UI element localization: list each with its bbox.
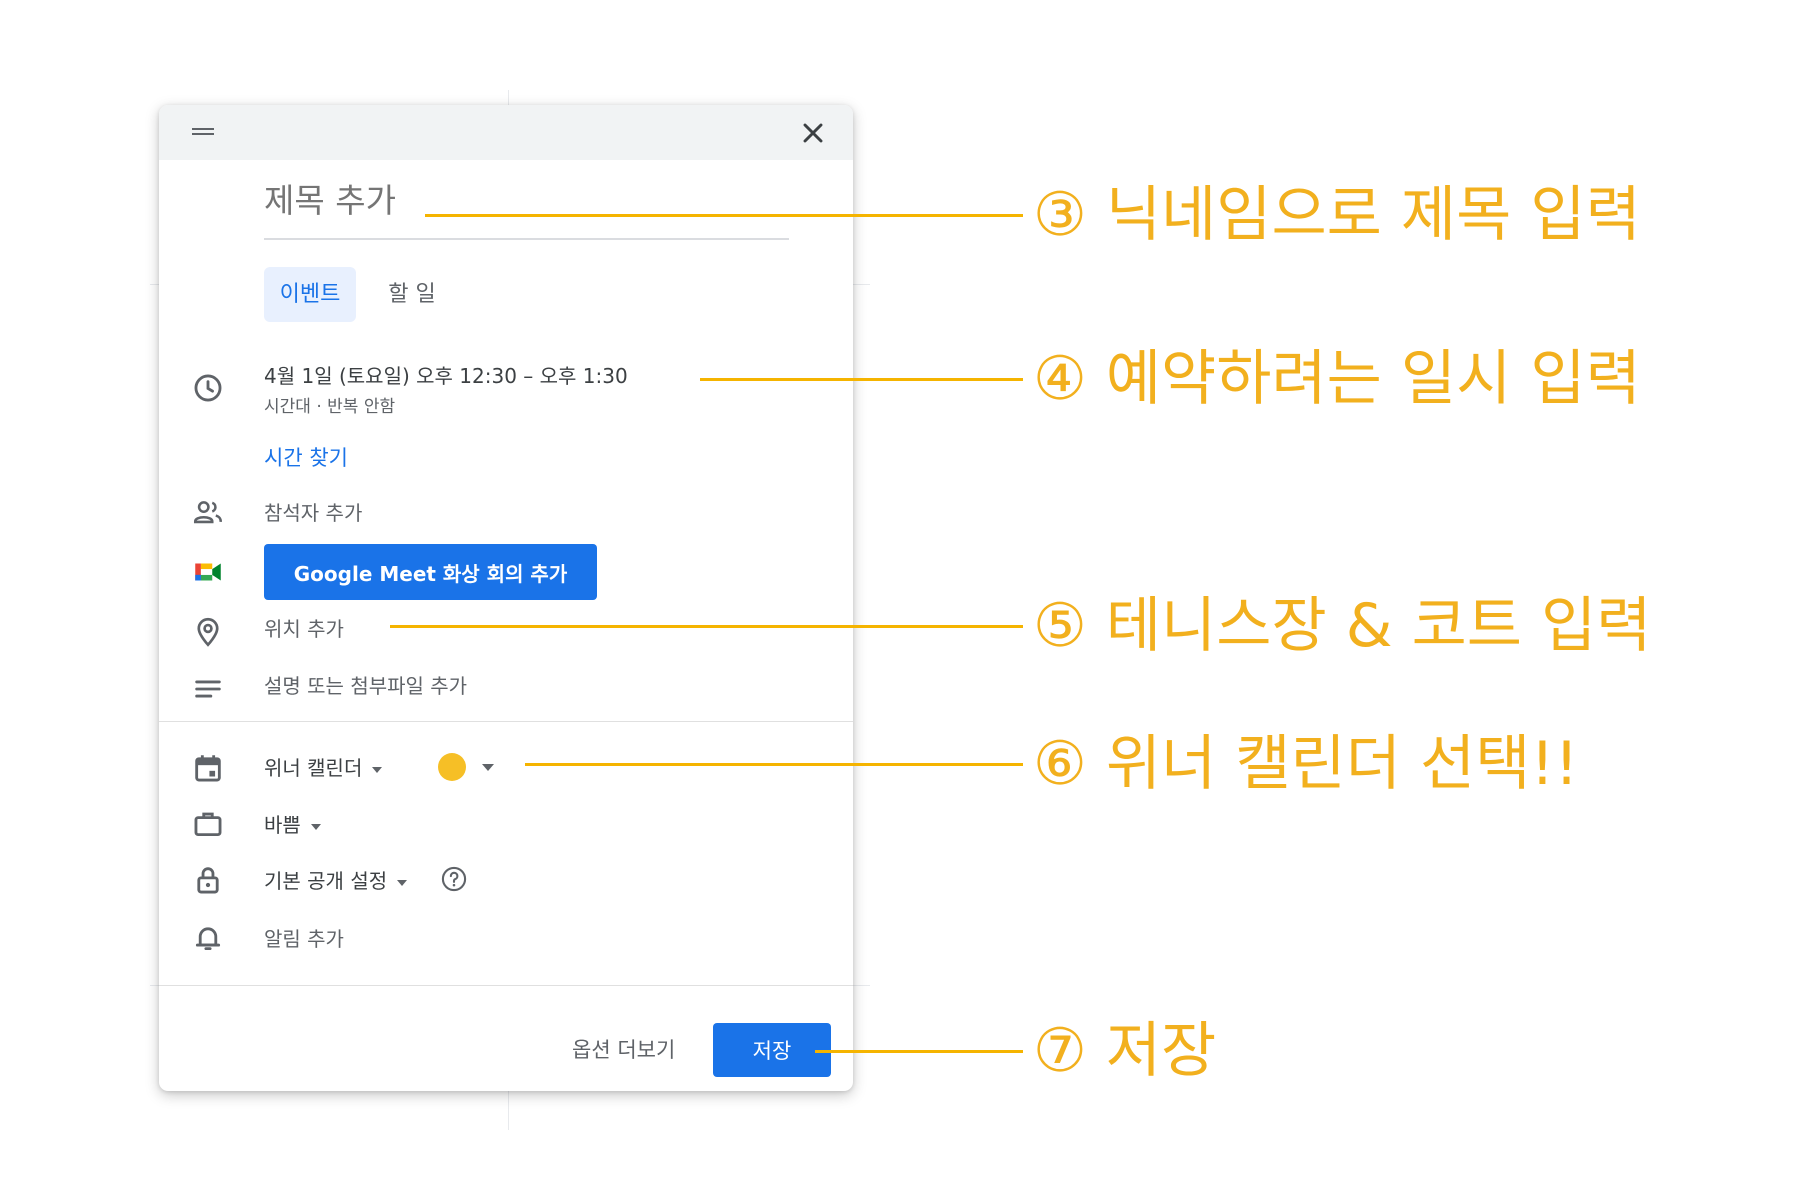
- calendar-name: 위너 캘린더: [264, 756, 363, 780]
- chevron-down-icon: [397, 879, 408, 886]
- chevron-down-icon: [372, 766, 383, 773]
- event-dialog: 이벤트 할 일 4월 1일 (토요일) 오후 12:30 – 오후 1:30 시…: [159, 105, 853, 1091]
- tab-task[interactable]: 할 일: [377, 267, 447, 322]
- people-icon: [191, 495, 225, 529]
- add-google-meet-button[interactable]: Google Meet 화상 회의 추가: [264, 544, 597, 600]
- annotation-calendar: ⑥ 위너 캘린더 선택!!: [1033, 729, 1579, 799]
- chevron-down-icon: [310, 823, 321, 830]
- drag-handle-icon[interactable]: [192, 128, 214, 137]
- save-button[interactable]: 저장: [713, 1023, 831, 1077]
- notes-icon: [191, 672, 225, 706]
- add-notification[interactable]: 알림 추가: [264, 923, 344, 952]
- lock-icon: [191, 863, 225, 897]
- add-location[interactable]: 위치 추가: [264, 613, 344, 642]
- annotation-location: ⑤ 테니스장 & 코트 입력: [1033, 591, 1652, 661]
- add-description[interactable]: 설명 또는 첨부파일 추가: [264, 670, 467, 699]
- calendar-icon: [191, 751, 225, 785]
- dialog-header: [159, 105, 853, 160]
- add-guests[interactable]: 참석자 추가: [264, 497, 362, 526]
- find-time-link[interactable]: 시간 찾기: [264, 442, 348, 472]
- chevron-down-icon[interactable]: [482, 764, 494, 771]
- timezone-repeat[interactable]: 시간대 · 반복 안함: [264, 392, 395, 417]
- annotation-datetime: ④ 예약하려는 일시 입력: [1033, 344, 1641, 414]
- clock-icon: [191, 371, 225, 405]
- google-meet-icon: [191, 555, 225, 589]
- annotation-title: ③ 닉네임으로 제목 입력: [1033, 180, 1641, 250]
- availability-label: 바쁨: [264, 813, 301, 837]
- help-icon[interactable]: [440, 865, 468, 893]
- event-datetime[interactable]: 4월 1일 (토요일) 오후 12:30 – 오후 1:30: [264, 360, 628, 389]
- annotation-line-title: [425, 214, 1023, 217]
- divider: [159, 721, 853, 722]
- bell-icon: [191, 921, 225, 955]
- annotation-line-datetime: [700, 378, 1023, 381]
- tab-event[interactable]: 이벤트: [264, 267, 356, 322]
- annotation-line-calendar: [525, 763, 1023, 766]
- close-icon[interactable]: [797, 117, 829, 149]
- location-pin-icon: [191, 615, 225, 649]
- divider: [159, 985, 853, 986]
- annotation-save: ⑦ 저장: [1033, 1016, 1217, 1086]
- annotation-line-location: [390, 625, 1023, 628]
- visibility-label: 기본 공개 설정: [264, 869, 388, 893]
- annotation-line-save: [815, 1050, 1023, 1053]
- more-options-button[interactable]: 옵션 더보기: [572, 1034, 675, 1064]
- title-underline: [264, 238, 789, 240]
- event-color-swatch[interactable]: [438, 753, 466, 781]
- visibility-select[interactable]: 기본 공개 설정: [264, 865, 408, 894]
- availability-select[interactable]: 바쁨: [264, 809, 321, 838]
- calendar-select[interactable]: 위너 캘린더: [264, 752, 383, 781]
- briefcase-icon: [191, 807, 225, 841]
